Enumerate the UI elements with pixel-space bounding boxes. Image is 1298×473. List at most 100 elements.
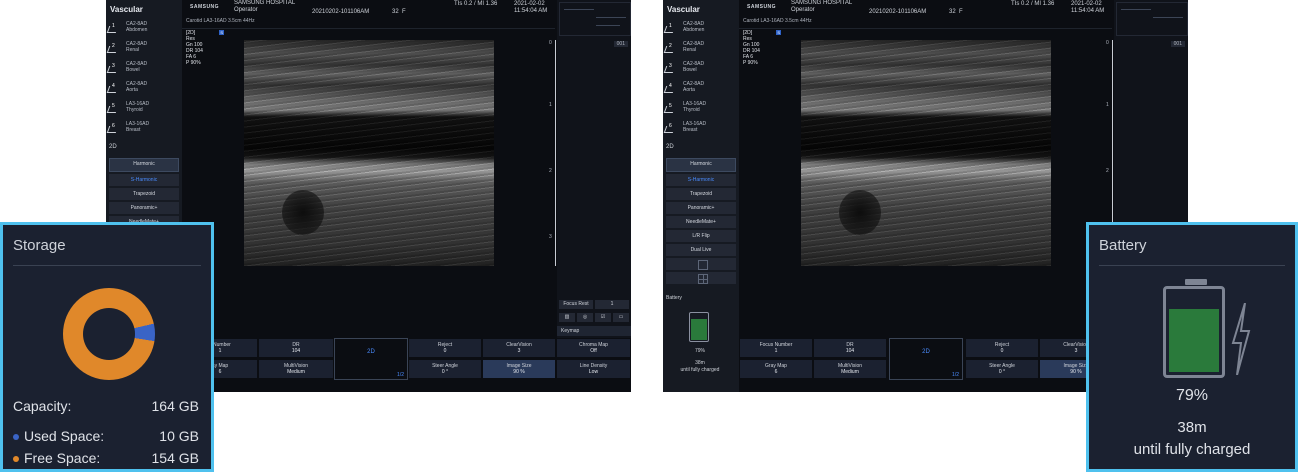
control-bar: s Number 1 DR 104 2D 1/2 Reject 0 ClearVisio… xyxy=(182,338,631,380)
battery-title: Battery xyxy=(1099,237,1147,254)
mode-2d-control[interactable]: 2D 1/2 xyxy=(889,338,963,380)
sidebar-title: Vascular xyxy=(110,5,143,14)
clip-label: 001 xyxy=(613,41,628,47)
preset-item[interactable]: 5 LA3-16AD Thyroid xyxy=(106,100,182,120)
patient-age-sex: 32 F xyxy=(392,9,406,15)
dr-control[interactable]: DR 104 xyxy=(258,338,334,358)
thermal-index: TIs 0.2 / MI 1.36 xyxy=(1011,1,1055,7)
chroma-map-control[interactable]: Chroma Map Off xyxy=(556,338,631,358)
preset-item[interactable]: 3 CA2-8AD Bowel xyxy=(106,60,182,80)
depth-scale: 0 1 2 3 xyxy=(549,40,556,266)
focus-number-control[interactable]: Focus Number 1 xyxy=(739,338,813,358)
imaging-params: [2D] S Res Gn 100 DR 104 FA 6 P 90% xyxy=(186,30,225,66)
probe-info: Carotid LA3-16AD 3.5cm 44Hz xyxy=(743,18,812,24)
harmonic-button[interactable]: Harmonic xyxy=(109,158,179,172)
mode-section-title: 2D xyxy=(666,144,674,150)
s-harmonic-button[interactable]: S-Harmonic xyxy=(109,174,179,186)
trash-icon[interactable]: ▭ xyxy=(613,313,629,322)
battery-level-fill xyxy=(1169,308,1219,372)
battery-icon xyxy=(689,312,709,342)
focus-rest-toggle[interactable]: Focus Rest xyxy=(559,300,593,309)
battery-charge-note: until fully charged xyxy=(1133,441,1251,458)
steer-angle-control[interactable]: Steer Angle 0 ° xyxy=(408,359,482,379)
mode-2d-control[interactable]: 2D 1/2 xyxy=(334,338,408,380)
preset-item[interactable]: 4 CA2-8AD Aorta xyxy=(106,80,182,100)
preset-item[interactable]: 2 CA2-8AD Renal xyxy=(663,40,739,60)
ultrasound-image[interactable] xyxy=(244,40,494,266)
preset-item[interactable]: 5 LA3-16AD Thyroid xyxy=(663,100,739,120)
preset-sidebar: Vascular 1 CA2-8AD Abdomen 2 CA2-8AD Renal 3… xyxy=(663,0,739,392)
clearvision-control[interactable]: ClearVision 3 xyxy=(482,338,556,358)
s-badge: S xyxy=(776,30,782,35)
mini-battery-widget: Battery 79% 38m until fully charged xyxy=(663,292,737,380)
dual-live-button[interactable]: Dual Live xyxy=(666,244,736,256)
mode-section-title: 2D xyxy=(109,144,117,150)
preset-item[interactable]: 6 LA3-16AD Breast xyxy=(663,120,739,140)
mini-battery-time: 38m xyxy=(695,360,705,366)
steer-angle-control[interactable]: Steer Angle 0 ° xyxy=(965,359,1039,379)
s-harmonic-button[interactable]: S-Harmonic xyxy=(666,174,736,186)
divider xyxy=(1099,265,1285,266)
storage-donut-chart xyxy=(63,288,155,380)
battery-card: Battery 79% 38m until fully charged xyxy=(1086,222,1298,472)
storage-card: Storage Capacity: 164 GB Used Space: 10 GB… xyxy=(0,222,214,472)
multivision-control[interactable]: MultiVision Medium xyxy=(813,359,887,379)
brand-label: SAMSUNG xyxy=(190,4,220,10)
sidebar-title: Vascular xyxy=(667,5,700,14)
hospital-info: SAMSUNG HOSPITAL Operator xyxy=(234,0,296,13)
preset-item[interactable]: 4 CA2-8AD Aorta xyxy=(663,80,739,100)
preset-item[interactable]: 3 CA2-8AD Bowel xyxy=(663,60,739,80)
thermal-index: TIs 0.2 / MI 1.36 xyxy=(454,1,498,7)
patient-id: 20210202-101106AM xyxy=(312,9,370,15)
mini-preview xyxy=(559,2,631,36)
target-icon[interactable]: ◎ xyxy=(577,313,593,322)
capacity-row: Capacity: 164 GB xyxy=(13,398,199,414)
preset-item[interactable]: 2 CA2-8AD Renal xyxy=(106,40,182,60)
needlemate-button[interactable]: NeedleMate+ xyxy=(666,216,736,228)
brand-label: SAMSUNG xyxy=(747,4,777,10)
free-space-row: Free Space: 154 GB xyxy=(13,450,199,466)
quad-layout-icon[interactable] xyxy=(666,272,736,284)
mini-battery-title: Battery xyxy=(666,295,682,301)
preset-item[interactable]: 6 LA3-16AD Breast xyxy=(106,120,182,140)
tool-panel: Focus Rest 1 ▥ ◎ ☑ ▭ Keymap xyxy=(557,298,631,336)
check-icon[interactable]: ☑ xyxy=(595,313,611,322)
trapezoid-button[interactable]: Trapezoid xyxy=(109,188,179,200)
mini-battery-percent: 79% xyxy=(694,348,705,354)
storage-title: Storage xyxy=(13,237,66,254)
date-time: 2021-02-02 11:54:04 AM xyxy=(514,1,548,14)
panoramic-button[interactable]: Panoramic+ xyxy=(666,202,736,214)
lr-flip-button[interactable]: L/R Flip xyxy=(666,230,736,242)
exam-header: SAMSUNG SAMSUNG HOSPITAL Operator 2021020… xyxy=(739,0,1112,29)
patient-age-sex: 32 F xyxy=(949,9,963,15)
dr-control[interactable]: DR 104 xyxy=(813,338,887,358)
preset-item[interactable]: 1 CA2-8AD Abdomen xyxy=(663,20,739,40)
exam-header: SAMSUNG SAMSUNG HOSPITAL Operator 2021020… xyxy=(182,0,555,29)
used-legend-dot xyxy=(13,434,19,441)
image-size-control[interactable]: Image Size 90 % xyxy=(482,359,556,379)
battery-time-remaining: 38m xyxy=(1177,419,1207,436)
panoramic-button[interactable]: Panoramic+ xyxy=(109,202,179,214)
charging-bolt-icon xyxy=(1231,303,1251,375)
preset-item[interactable]: 1 CA2-8AD Abdomen xyxy=(106,20,182,40)
mini-preview xyxy=(1116,2,1188,36)
date-time: 2021-02-02 11:54:04 AM xyxy=(1071,1,1105,14)
hospital-info: SAMSUNG HOSPITAL Operator xyxy=(791,0,853,13)
keymap-button[interactable]: Keymap xyxy=(557,326,631,336)
line-density-control[interactable]: Line Density Low xyxy=(556,359,631,379)
page-indicator: 1 xyxy=(595,300,629,309)
s-badge: S xyxy=(219,30,225,35)
multivision-control[interactable]: MultiVision Medium xyxy=(258,359,334,379)
battery-percent: 79% xyxy=(1175,387,1209,404)
imaging-params: [2D] S Res Gn 100 DR 104 FA 6 P 90% xyxy=(743,30,782,66)
used-space-row: Used Space: 10 GB xyxy=(13,428,199,444)
gray-map-control[interactable]: Gray Map 6 xyxy=(739,359,813,379)
ultrasound-image[interactable] xyxy=(801,40,1051,266)
harmonic-button[interactable]: Harmonic xyxy=(666,158,736,172)
reject-control[interactable]: Reject 0 xyxy=(408,338,482,358)
layout-icon[interactable]: ▥ xyxy=(559,313,575,322)
probe-info: Carotid LA3-16AD 3.5cm 44Hz xyxy=(186,18,255,24)
reject-control[interactable]: Reject 0 xyxy=(965,338,1039,358)
trapezoid-button[interactable]: Trapezoid xyxy=(666,188,736,200)
single-layout-icon[interactable] xyxy=(666,258,736,270)
